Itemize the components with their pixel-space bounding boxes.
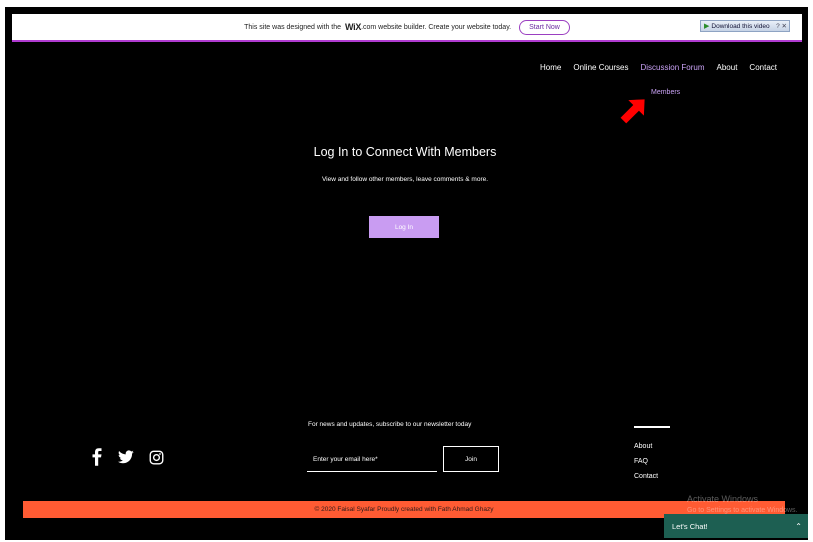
- email-field[interactable]: Enter your email here*: [307, 452, 437, 472]
- site-frame: This site was designed with the WiX .com…: [5, 7, 808, 540]
- social-links: [91, 448, 164, 466]
- footer-divider: [634, 426, 670, 428]
- download-video-extra[interactable]: ? ✕: [776, 22, 787, 30]
- instagram-icon[interactable]: [149, 450, 164, 465]
- wix-logo[interactable]: WiX: [345, 22, 361, 32]
- banner-text-2: .com website builder. Create your websit…: [361, 23, 512, 31]
- nav-item-discussion-forum[interactable]: Discussion Forum: [641, 63, 705, 72]
- watermark-line-1: Activate Windows: [687, 494, 759, 504]
- login-button[interactable]: Log In: [369, 216, 439, 238]
- chevron-up-icon[interactable]: ⌃: [795, 522, 802, 531]
- join-button[interactable]: Join: [443, 446, 499, 472]
- footer-link-faq[interactable]: FAQ: [634, 454, 658, 469]
- wix-banner: This site was designed with the WiX .com…: [12, 14, 802, 42]
- twitter-icon[interactable]: [118, 450, 134, 464]
- nav-item-contact[interactable]: Contact: [749, 63, 777, 72]
- page-subtitle: View and follow other members, leave com…: [321, 176, 489, 183]
- download-video-label: Download this video: [711, 22, 770, 30]
- facebook-icon[interactable]: [91, 448, 103, 466]
- chat-label: Let's Chat!: [672, 521, 708, 531]
- newsletter-text: For news and updates, subscribe to our n…: [308, 421, 472, 428]
- email-placeholder: Enter your email here*: [313, 456, 378, 463]
- footer-links: About FAQ Contact: [634, 439, 658, 484]
- play-icon: ▶: [704, 23, 710, 30]
- submenu-item-members[interactable]: Members: [651, 89, 680, 96]
- download-video-button[interactable]: ▶ Download this video ? ✕: [700, 20, 790, 32]
- nav-item-about[interactable]: About: [717, 63, 738, 72]
- nav-item-online-courses[interactable]: Online Courses: [573, 63, 628, 72]
- footer-link-contact[interactable]: Contact: [634, 469, 658, 484]
- nav-item-home[interactable]: Home: [540, 63, 561, 72]
- red-arrow-annotation: [620, 99, 645, 124]
- main-nav: Home Online Courses Discussion Forum Abo…: [540, 63, 777, 72]
- chat-widget[interactable]: Let's Chat! ⌃: [664, 514, 808, 538]
- start-now-button[interactable]: Start Now: [519, 19, 570, 35]
- page-title: Log In to Connect With Members: [313, 145, 497, 159]
- banner-text: This site was designed with the: [244, 23, 342, 31]
- footer-link-about[interactable]: About: [634, 439, 658, 454]
